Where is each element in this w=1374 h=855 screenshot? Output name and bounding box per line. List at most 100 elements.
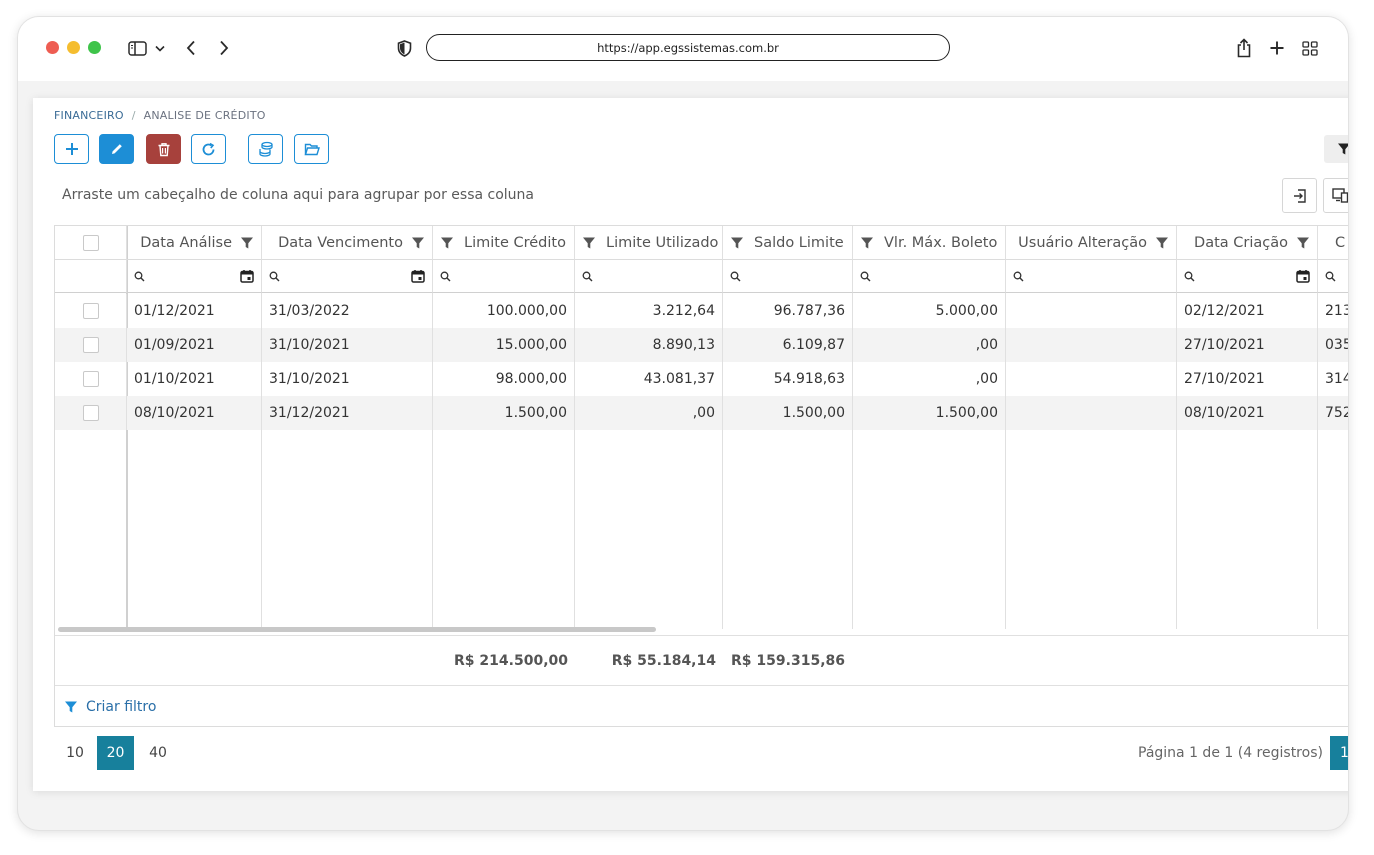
column-header-usuario-alteracao[interactable]: Usuário Alteração bbox=[1006, 226, 1177, 260]
column-header-truncated[interactable]: C bbox=[1318, 226, 1348, 260]
share-icon[interactable] bbox=[1234, 37, 1254, 59]
cell-limite-credito: 15.000,00 bbox=[433, 328, 575, 362]
refresh-icon bbox=[202, 142, 215, 155]
cell-limite-credito: 100.000,00 bbox=[433, 294, 575, 328]
close-window-button[interactable] bbox=[46, 41, 59, 54]
page-button-1[interactable]: 1 bbox=[1330, 736, 1348, 770]
column-filter-icon[interactable] bbox=[1296, 236, 1310, 250]
row-select-cell[interactable] bbox=[55, 362, 127, 396]
breadcrumb-parent[interactable]: FINANCEIRO bbox=[54, 109, 124, 122]
forward-icon[interactable] bbox=[217, 37, 231, 59]
folder-open-icon bbox=[304, 143, 320, 155]
column-header-limite-credito[interactable]: Limite Crédito bbox=[433, 226, 575, 260]
table-row[interactable]: 01/12/2021 31/03/2022 100.000,00 3.212,6… bbox=[55, 294, 1348, 328]
filter-usuario-alteracao[interactable] bbox=[1006, 260, 1177, 293]
new-tab-icon[interactable] bbox=[1268, 37, 1286, 59]
row-select-cell[interactable] bbox=[55, 396, 127, 430]
column-chooser-button[interactable] bbox=[1323, 178, 1348, 213]
column-header-limite-utilizado[interactable]: Limite Utilizado bbox=[575, 226, 723, 260]
credit-analysis-grid: Data Análise Data Vencimento Limite Créd… bbox=[54, 225, 1348, 727]
table-row[interactable]: 01/10/2021 31/10/2021 98.000,00 43.081,3… bbox=[55, 362, 1348, 396]
add-button[interactable] bbox=[54, 134, 89, 164]
cell-data-vencimento: 31/03/2022 bbox=[262, 294, 433, 328]
cell-saldo-limite: 1.500,00 bbox=[723, 396, 853, 430]
page-size-40[interactable]: 40 bbox=[147, 736, 169, 770]
filter-vlr-max-boleto[interactable] bbox=[853, 260, 1006, 293]
filter-limite-credito[interactable] bbox=[433, 260, 575, 293]
table-row[interactable]: 08/10/2021 31/12/2021 1.500,00 ,00 1.500… bbox=[55, 396, 1348, 430]
minimize-window-button[interactable] bbox=[67, 41, 80, 54]
sidebar-toggle-icon[interactable] bbox=[126, 37, 148, 59]
tab-overview-icon[interactable] bbox=[1301, 37, 1319, 59]
grid-filter-row bbox=[55, 260, 1348, 293]
coins-icon bbox=[258, 141, 273, 157]
filter-truncated[interactable] bbox=[1318, 260, 1348, 293]
maximize-window-button[interactable] bbox=[88, 41, 101, 54]
cell-usuario-alteracao bbox=[1006, 362, 1177, 396]
row-select-cell[interactable] bbox=[55, 328, 127, 362]
row-select-cell[interactable] bbox=[55, 294, 127, 328]
calendar-icon[interactable] bbox=[411, 269, 425, 283]
filter-data-criacao[interactable] bbox=[1177, 260, 1318, 293]
column-header-label: Data Vencimento bbox=[278, 234, 403, 251]
calendar-icon[interactable] bbox=[1296, 269, 1310, 283]
refresh-button[interactable] bbox=[191, 134, 226, 164]
search-icon bbox=[1325, 271, 1336, 281]
cell-usuario-alteracao bbox=[1006, 328, 1177, 362]
cell-limite-credito: 98.000,00 bbox=[433, 362, 575, 396]
devices-icon bbox=[1332, 188, 1348, 203]
shield-icon[interactable] bbox=[395, 37, 413, 59]
row-checkbox[interactable] bbox=[82, 371, 99, 387]
filter-panel-button[interactable] bbox=[1324, 135, 1348, 163]
column-filter-icon[interactable] bbox=[860, 236, 874, 250]
column-header-saldo-limite[interactable]: Saldo Limite bbox=[723, 226, 853, 260]
breadcrumb: FINANCEIRO / ANALISE DE CRÉDITO bbox=[54, 109, 266, 122]
export-button[interactable] bbox=[1282, 178, 1317, 213]
credit-coins-button[interactable] bbox=[248, 134, 283, 164]
column-header-label: Vlr. Máx. Boleto bbox=[884, 234, 998, 251]
cell-usuario-alteracao bbox=[1006, 294, 1177, 328]
column-header-data-vencimento[interactable]: Data Vencimento bbox=[262, 226, 433, 260]
column-header-data-analise[interactable]: Data Análise bbox=[127, 226, 262, 260]
search-icon bbox=[134, 271, 145, 281]
filter-data-vencimento[interactable] bbox=[262, 260, 433, 293]
column-header-label: Limite Utilizado bbox=[606, 234, 719, 251]
filter-data-analise[interactable] bbox=[127, 260, 262, 293]
column-header-vlr-max-boleto[interactable]: Vlr. Máx. Boleto bbox=[853, 226, 1006, 260]
pencil-icon bbox=[111, 144, 122, 154]
cell-saldo-limite: 6.109,87 bbox=[723, 328, 853, 362]
table-row[interactable]: 01/09/2021 31/10/2021 15.000,00 8.890,13… bbox=[55, 328, 1348, 362]
column-header-label: C bbox=[1335, 234, 1346, 251]
create-filter-link[interactable]: Criar filtro bbox=[55, 685, 1348, 726]
search-icon bbox=[269, 271, 280, 281]
filter-limite-utilizado[interactable] bbox=[575, 260, 723, 293]
open-folder-button[interactable] bbox=[294, 134, 329, 164]
page-size-10[interactable]: 10 bbox=[64, 736, 86, 770]
cell-truncated: 213 bbox=[1318, 294, 1348, 328]
select-all-checkbox[interactable] bbox=[82, 234, 99, 251]
select-all-cell[interactable] bbox=[55, 226, 127, 260]
column-filter-icon[interactable] bbox=[730, 236, 744, 250]
column-filter-icon[interactable] bbox=[440, 236, 454, 250]
column-filter-icon[interactable] bbox=[1155, 236, 1169, 250]
column-filter-icon[interactable] bbox=[240, 236, 254, 250]
column-header-data-criacao[interactable]: Data Criação bbox=[1177, 226, 1318, 260]
search-icon bbox=[1184, 271, 1195, 281]
horizontal-scrollbar[interactable] bbox=[58, 627, 656, 632]
row-checkbox[interactable] bbox=[82, 303, 99, 319]
pagination-info: Página 1 de 1 (4 registros) bbox=[1138, 745, 1323, 761]
row-checkbox[interactable] bbox=[82, 337, 99, 353]
cell-limite-credito: 1.500,00 bbox=[433, 396, 575, 430]
chevron-down-icon[interactable] bbox=[154, 37, 166, 59]
delete-button[interactable] bbox=[146, 134, 181, 164]
page-size-20[interactable]: 20 bbox=[97, 736, 134, 770]
calendar-icon[interactable] bbox=[240, 269, 254, 283]
row-checkbox[interactable] bbox=[82, 405, 99, 421]
address-bar[interactable]: https://app.egssistemas.com.br bbox=[426, 34, 950, 61]
filter-saldo-limite[interactable] bbox=[723, 260, 853, 293]
column-filter-icon[interactable] bbox=[411, 236, 425, 250]
edit-button[interactable] bbox=[99, 134, 134, 164]
cell-usuario-alteracao bbox=[1006, 396, 1177, 430]
column-filter-icon[interactable] bbox=[582, 236, 596, 250]
back-icon[interactable] bbox=[184, 37, 198, 59]
